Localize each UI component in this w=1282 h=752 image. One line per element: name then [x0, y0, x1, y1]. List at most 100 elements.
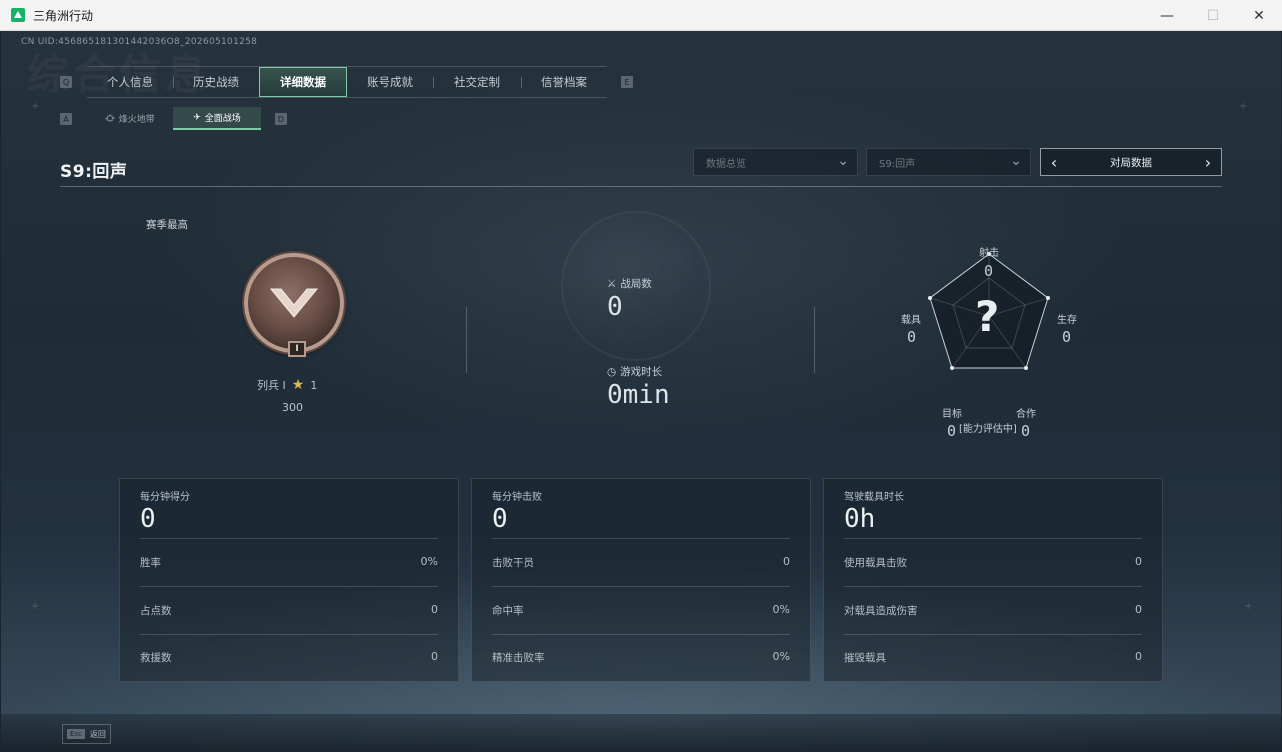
decor-crosshair: + [1244, 601, 1253, 612]
radar-axis-value: 0 [907, 328, 917, 346]
tab-credit[interactable]: 信誉档案 [521, 67, 607, 97]
app-logo-icon [11, 8, 25, 22]
main-tabs: 个人信息 历史战绩 详细数据 账号成就 社交定制 信誉档案 [87, 66, 607, 98]
card-row-value: 0% [772, 650, 790, 663]
playtime-label: ◷ 游戏时长 [607, 365, 663, 379]
card-row-label: 使用载具击败 [844, 557, 907, 569]
card-row-value: 0 [1135, 650, 1142, 663]
card-divider [844, 634, 1142, 635]
tab-achievements[interactable]: 账号成就 [347, 67, 433, 97]
card-divider [492, 586, 790, 587]
card-divider [140, 538, 438, 539]
window-controls: — ☐ ✕ [1144, 0, 1282, 31]
playtime-value: 0min [607, 380, 670, 410]
tab-history[interactable]: 历史战绩 [173, 67, 259, 97]
key-hint-prev-tab[interactable]: Q [60, 76, 72, 88]
section-divider [466, 307, 467, 373]
card-title: 每分钟击败 [492, 492, 542, 503]
window-title: 三角洲行动 [33, 8, 94, 23]
card-divider [140, 586, 438, 587]
window-titlebar: 三角洲行动 — ☐ ✕ [0, 0, 1282, 31]
header-divider [60, 186, 1222, 187]
season-dropdown[interactable]: S9:回声 ⌄ [866, 148, 1031, 176]
rank-line: 列兵 I ★ 1 [257, 377, 317, 393]
radar-axis-label: 生存 [1057, 315, 1077, 326]
key-hint-next-subtab[interactable]: D [275, 113, 287, 125]
rank-stars: 1 [310, 378, 318, 392]
card-title: 驾驶载具时长 [844, 492, 904, 503]
card-row-value: 0 [783, 555, 790, 568]
card-row-value: 0 [431, 603, 438, 616]
warfare-icon: ✈ [193, 112, 201, 123]
card-main-value: 0h [844, 504, 876, 534]
radar-axis-value: 0 [1062, 328, 1072, 346]
card-divider [844, 538, 1142, 539]
card-main-value: 0 [140, 504, 156, 534]
key-hint-next-tab[interactable]: E [621, 76, 633, 88]
radar-axis-label: 目标 [942, 409, 962, 420]
key-hint-prev-subtab[interactable]: A [60, 113, 72, 125]
player-uid: CN UID:456865181301442036O8_202605101258 [21, 37, 258, 47]
card-row-label: 摧毁载具 [844, 652, 886, 664]
close-button[interactable]: ✕ [1236, 0, 1282, 31]
radar-axis-label: 载具 [901, 315, 921, 326]
radar-axis-value: 0 [1021, 422, 1031, 440]
rank-tier-plate: I [288, 341, 306, 357]
card-row-value: 0 [1135, 555, 1142, 568]
rank-name: 列兵 I [257, 379, 286, 392]
maximize-button[interactable]: ☐ [1190, 0, 1236, 31]
operations-icon: ⛮ [105, 113, 115, 124]
card-divider [492, 634, 790, 635]
radar-axis-value: 0 [984, 262, 994, 280]
card-row-value: 0% [772, 603, 790, 616]
card-row-label: 胜率 [140, 557, 161, 569]
radar-unknown-mark: ? [975, 292, 1000, 341]
tab-profile[interactable]: 个人信息 [87, 67, 173, 97]
card-divider [844, 586, 1142, 587]
card-row-value: 0 [1135, 603, 1142, 616]
chevron-down-icon: ⌄ [837, 153, 849, 169]
minimize-button[interactable]: — [1144, 0, 1190, 31]
mode-subtabs: ⛮ 烽火地带 ✈ 全面战场 [87, 107, 261, 130]
clock-icon: ◷ [607, 365, 617, 378]
card-row-label: 命中率 [492, 605, 524, 617]
radar-axis-label: 合作 [1016, 409, 1036, 420]
decor-crosshair: + [1239, 101, 1248, 112]
radar-status: [能力评估中] [959, 424, 1017, 435]
matches-label: ⚔ 战局数 [607, 277, 652, 291]
decor-crosshair: + [31, 601, 40, 612]
stat-card-score: 每分钟得分 0 胜率 0% 占点数 0 救援数 0 [119, 478, 459, 682]
card-row-label: 对载具造成伤害 [844, 605, 918, 617]
card-main-value: 0 [492, 504, 508, 534]
subtab-warfare[interactable]: ✈ 全面战场 [173, 107, 261, 130]
card-row-value: 0 [431, 650, 438, 663]
back-button[interactable]: Esc 返回 [62, 724, 111, 744]
card-row-value: 0% [420, 555, 438, 568]
card-row-label: 精准击败率 [492, 652, 545, 664]
ability-radar: ? 射击 0 生存 0 合作 0 目标 0 载具 0 [901, 206, 1081, 440]
tab-social[interactable]: 社交定制 [433, 67, 521, 97]
game-viewport: 综合信息 + + + + CN UID:456865181301442036O8… [1, 31, 1281, 751]
crossed-swords-icon: ⚔ [607, 277, 617, 290]
radar-axis-value: 0 [947, 422, 957, 440]
tab-detailed-data[interactable]: 详细数据 [259, 67, 347, 97]
rank-badge: I [244, 253, 344, 357]
footer-bar: Esc 返回 [1, 714, 1281, 751]
card-divider [140, 634, 438, 635]
overview-dropdown[interactable]: 数据总览 ⌄ [693, 148, 858, 176]
back-label: 返回 [89, 729, 106, 739]
season-best-label: 赛季最高 [146, 219, 188, 231]
card-title: 每分钟得分 [140, 492, 190, 503]
data-pager: ‹ 对局数据 › [1040, 148, 1222, 176]
radar-axis-label: 射击 [979, 248, 999, 259]
stat-card-kills: 每分钟击败 0 击败干员 0 命中率 0% 精准击败率 0% [471, 478, 811, 682]
card-divider [492, 538, 790, 539]
rank-score: 300 [282, 401, 303, 414]
chevron-left-icon[interactable]: ‹ [1047, 153, 1061, 172]
subtab-operations[interactable]: ⛮ 烽火地带 [87, 107, 173, 130]
card-row-label: 占点数 [140, 605, 172, 617]
card-row-label: 击败干员 [492, 557, 534, 569]
chevron-right-icon[interactable]: › [1201, 153, 1215, 172]
chevron-down-icon: ⌄ [1010, 153, 1022, 169]
matches-value: 0 [607, 292, 623, 322]
